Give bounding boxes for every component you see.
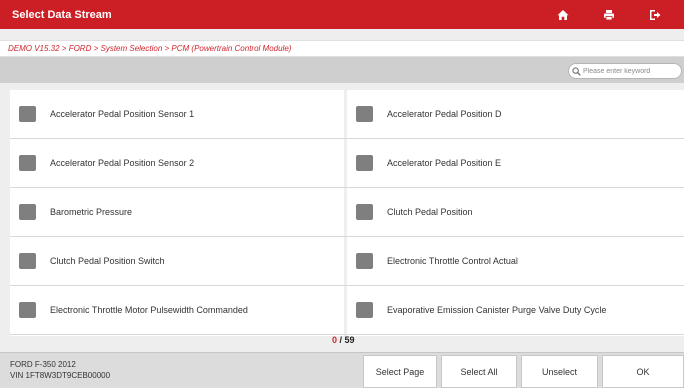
list-item-label: Electronic Throttle Motor Pulsewidth Com…: [50, 305, 248, 315]
checkbox[interactable]: [19, 253, 36, 269]
list-item[interactable]: Electronic Throttle Motor Pulsewidth Com…: [10, 286, 347, 334]
list-item[interactable]: Evaporative Emission Canister Purge Valv…: [347, 286, 684, 334]
list-row: Accelerator Pedal Position Sensor 1 Acce…: [10, 90, 684, 139]
print-button[interactable]: [590, 0, 628, 29]
checkbox[interactable]: [356, 253, 373, 269]
list-item-label: Accelerator Pedal Position E: [387, 158, 502, 168]
vehicle-model: FORD F-350 2012: [10, 360, 76, 369]
list-item[interactable]: Clutch Pedal Position: [347, 188, 684, 236]
home-button[interactable]: [544, 0, 582, 29]
print-icon: [604, 9, 614, 20]
list-item-label: Clutch Pedal Position: [387, 207, 473, 217]
list-item[interactable]: Accelerator Pedal Position E: [347, 139, 684, 187]
list-item-label: Evaporative Emission Canister Purge Valv…: [387, 305, 607, 315]
list-row: Clutch Pedal Position Switch Electronic …: [10, 237, 684, 286]
checkbox[interactable]: [19, 302, 36, 318]
breadcrumb: DEMO V15.32 > FORD > System Selection > …: [0, 40, 684, 57]
data-stream-list: Accelerator Pedal Position Sensor 1 Acce…: [10, 90, 684, 336]
list-item[interactable]: Accelerator Pedal Position Sensor 1: [10, 90, 347, 138]
unselect-button[interactable]: Unselect: [521, 355, 598, 388]
search-box[interactable]: [568, 63, 682, 79]
list-item[interactable]: Electronic Throttle Control Actual: [347, 237, 684, 285]
app-window: Select Data Stream DEMO V15.32 > FORD > …: [0, 0, 684, 388]
list-item-label: Electronic Throttle Control Actual: [387, 256, 518, 266]
search-input[interactable]: [583, 67, 679, 75]
checkbox[interactable]: [356, 302, 373, 318]
checkbox[interactable]: [356, 106, 373, 122]
list-item[interactable]: [10, 335, 347, 336]
checkbox[interactable]: [356, 155, 373, 171]
checkbox[interactable]: [19, 106, 36, 122]
checkbox[interactable]: [19, 155, 36, 171]
list-item-label: Accelerator Pedal Position D: [387, 109, 502, 119]
list-item-label: Accelerator Pedal Position Sensor 2: [50, 158, 195, 168]
list-item[interactable]: Clutch Pedal Position Switch: [10, 237, 347, 285]
ok-button[interactable]: OK: [602, 355, 684, 388]
total-count: / 59: [339, 335, 355, 345]
list-item-label: Accelerator Pedal Position Sensor 1: [50, 109, 195, 119]
list-item-label: Clutch Pedal Position Switch: [50, 256, 165, 266]
selection-counter: 0 / 59: [332, 335, 355, 345]
selected-count: 0: [332, 335, 338, 345]
checkbox[interactable]: [19, 204, 36, 220]
list-item[interactable]: Accelerator Pedal Position D: [347, 90, 684, 138]
search-bar: [0, 57, 684, 83]
footer-bar: FORD F-350 2012 VIN 1FT8W3DT9CEB00000 Se…: [0, 352, 684, 388]
list-row: Electronic Throttle Motor Pulsewidth Com…: [10, 286, 684, 335]
checkbox[interactable]: [356, 204, 373, 220]
list-item-label: Barometric Pressure: [50, 207, 133, 217]
page-title: Select Data Stream: [12, 8, 112, 21]
select-all-button[interactable]: Select All: [441, 355, 517, 388]
list-row: Barometric Pressure Clutch Pedal Positio…: [10, 188, 684, 237]
vehicle-info: FORD F-350 2012 VIN 1FT8W3DT9CEB00000: [10, 359, 110, 381]
list-item[interactable]: [347, 335, 684, 336]
title-bar: Select Data Stream: [0, 0, 684, 29]
exit-button[interactable]: [636, 0, 674, 29]
list-item[interactable]: Barometric Pressure: [10, 188, 347, 236]
list-row: Accelerator Pedal Position Sensor 2 Acce…: [10, 139, 684, 188]
list-item[interactable]: Accelerator Pedal Position Sensor 2: [10, 139, 347, 187]
home-icon: [557, 9, 569, 20]
vehicle-vin: VIN 1FT8W3DT9CEB00000: [10, 371, 111, 380]
search-icon: [572, 66, 581, 76]
select-page-button[interactable]: Select Page: [363, 355, 437, 388]
exit-icon: [650, 9, 661, 20]
